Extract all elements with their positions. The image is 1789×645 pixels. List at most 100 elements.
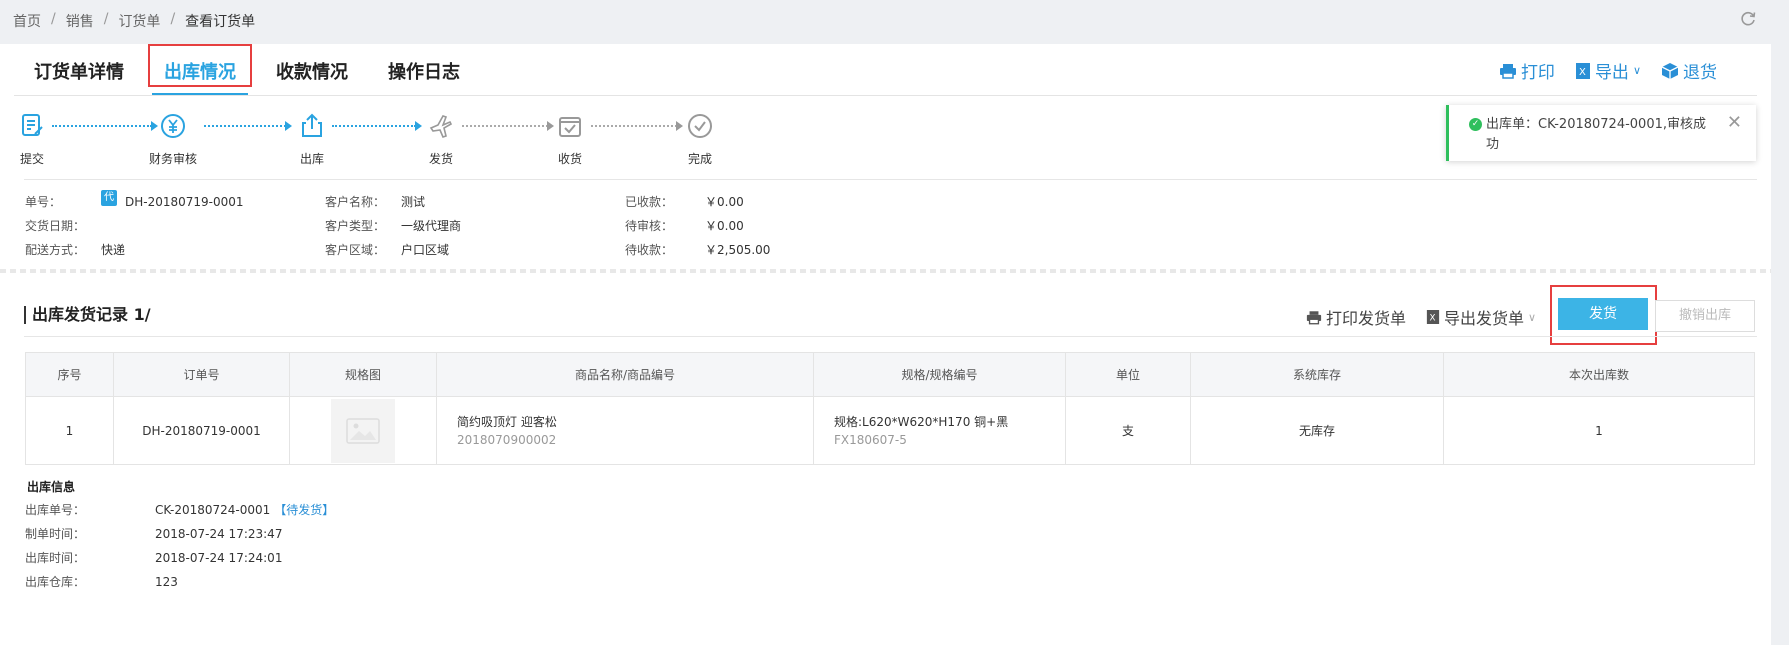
tab-outbound-status[interactable]: 出库情况 xyxy=(144,44,256,95)
package-check-icon xyxy=(559,117,581,137)
tab-bar: 订货单详情 出库情况 收款情况 操作日志 xyxy=(14,44,480,95)
step-arrow xyxy=(52,121,158,131)
order-no-label: 单号： xyxy=(25,195,62,209)
row-unit: 支 xyxy=(1065,396,1191,465)
order-info-col1: 单号： 代 DH-20180719-0001 交货日期： 配送方式： 快递 xyxy=(25,190,244,262)
row-spec-image xyxy=(289,396,437,465)
spec-code: FX180607-5 xyxy=(834,432,907,447)
col-header: 序号 xyxy=(25,352,114,397)
breadcrumb-bar: 首页 / 销售 / 订货单 / 查看订货单 xyxy=(0,0,1789,40)
step-receive: 收货 xyxy=(540,112,600,167)
breadcrumb-orders[interactable]: 订货单 xyxy=(118,11,160,31)
breadcrumb-separator: / xyxy=(170,11,176,27)
shipping-method-label: 配送方式： xyxy=(25,243,86,257)
customer-name-label: 客户名称： xyxy=(325,195,386,209)
row-spec: 规格:L620*W620*H170 铜+黑 FX180607-5 xyxy=(813,396,1066,465)
print-delivery-button[interactable]: 打印发货单 xyxy=(1306,305,1406,329)
upload-box-icon xyxy=(302,113,322,137)
customer-name-value: 测试 xyxy=(401,195,426,209)
step-complete: 完成 xyxy=(670,112,730,167)
section-divider xyxy=(0,269,1771,273)
page-content: 订货单详情 出库情况 收款情况 操作日志 打印 X 导出 ∨ 退货 提交 财务审… xyxy=(0,44,1771,645)
table-row: 1 DH-20180719-0001 简约吸顶灯 迎客松 20180709000… xyxy=(25,396,1755,465)
warehouse-value: 123 xyxy=(155,575,178,589)
export-delivery-button[interactable]: X 导出发货单 ∨ xyxy=(1426,305,1536,329)
export-delivery-label: 导出发货单 xyxy=(1444,309,1525,328)
order-info-col2: 客户名称： 测试 客户类型： 一级代理商 客户区域： 户口区域 xyxy=(325,190,461,262)
received-value: ￥0.00 xyxy=(705,195,744,209)
export-icon: X xyxy=(1426,310,1440,324)
refresh-icon[interactable] xyxy=(1736,7,1760,31)
created-time-value: 2018-07-24 17:23:47 xyxy=(155,527,283,541)
package-icon xyxy=(1661,62,1679,79)
step-ship: 发货 xyxy=(411,112,471,167)
yen-circle-icon xyxy=(161,114,185,138)
row-product: 简约吸顶灯 迎客松 2018070900002 xyxy=(436,396,814,465)
success-toast: ✓ 出库单：CK-20180724-0001,审核成 功 ✕ xyxy=(1446,105,1756,161)
spec-name: 规格:L620*W620*H170 铜+黑 xyxy=(834,414,1009,429)
printer-icon xyxy=(1499,63,1516,79)
col-header: 订单号 xyxy=(113,352,290,397)
outbound-time-value: 2018-07-24 17:24:01 xyxy=(155,551,283,565)
return-button[interactable]: 退货 xyxy=(1661,58,1717,83)
step-arrow xyxy=(591,121,683,131)
breadcrumb-separator: / xyxy=(103,11,109,27)
print-button[interactable]: 打印 xyxy=(1499,58,1555,83)
section-actions: 打印发货单 X 导出发货单 ∨ xyxy=(1306,305,1536,329)
header-actions: 打印 X 导出 ∨ 退货 xyxy=(1499,58,1717,83)
agent-tag: 代 xyxy=(101,190,117,206)
breadcrumb-sales[interactable]: 销售 xyxy=(66,11,94,31)
customer-type-value: 一级代理商 xyxy=(401,219,462,233)
col-header: 单位 xyxy=(1065,352,1191,397)
tab-highlight-box xyxy=(148,44,252,87)
export-label: 导出 xyxy=(1594,63,1629,83)
export-icon: X xyxy=(1575,62,1590,79)
ship-button[interactable]: 发货 xyxy=(1558,298,1648,330)
breadcrumb: 首页 / 销售 / 订货单 / 查看订货单 xyxy=(13,11,255,31)
section-underline xyxy=(24,336,1757,337)
order-no-value: DH-20180719-0001 xyxy=(125,195,244,209)
row-stock: 无库存 xyxy=(1190,396,1444,465)
tab-order-detail[interactable]: 订货单详情 xyxy=(14,44,144,95)
row-qty: 1 xyxy=(1443,396,1755,465)
pending-review-value: ￥0.00 xyxy=(705,219,744,233)
order-info-col3: 已收款： ￥0.00 待审核： ￥0.00 待收款： ￥2,505.00 xyxy=(625,190,770,262)
print-delivery-label: 打印发货单 xyxy=(1326,309,1407,328)
created-time-label: 制单时间： xyxy=(25,527,86,541)
tab-payment-status[interactable]: 收款情况 xyxy=(256,44,368,95)
row-order-no: DH-20180719-0001 xyxy=(113,396,290,465)
outbound-no-value: CK-20180724-0001 xyxy=(155,503,271,517)
divider xyxy=(24,179,1757,180)
breadcrumb-current: 查看订货单 xyxy=(185,14,256,30)
col-header: 本次出库数 xyxy=(1443,352,1755,397)
airplane-icon xyxy=(429,115,453,138)
check-circle-icon xyxy=(688,114,712,138)
cancel-outbound-button[interactable]: 撤销出库 xyxy=(1655,300,1755,332)
warehouse-label: 出库仓库： xyxy=(25,575,86,589)
customer-type-label: 客户类型： xyxy=(325,219,386,233)
tab-divider xyxy=(14,95,1757,96)
receivable-value: ￥2,505.00 xyxy=(705,243,771,257)
step-arrow xyxy=(462,121,554,131)
col-header: 规格/规格编号 xyxy=(813,352,1066,397)
document-edit-icon xyxy=(22,114,43,136)
section-title: 出库发货记录 1/ xyxy=(24,306,151,324)
svg-text:X: X xyxy=(1579,67,1586,78)
step-finance-review: 财务审核 xyxy=(143,112,203,167)
shipping-method-value: 快递 xyxy=(101,243,126,257)
tab-operation-log[interactable]: 操作日志 xyxy=(368,44,480,95)
export-button[interactable]: X 导出 ∨ xyxy=(1575,58,1641,83)
received-label: 已收款： xyxy=(625,195,674,209)
receivable-label: 待收款： xyxy=(625,243,674,257)
chevron-down-icon: ∨ xyxy=(1632,64,1641,77)
step-outbound: 出库 xyxy=(282,112,342,167)
step-submit: 提交 xyxy=(2,112,62,167)
product-name: 简约吸顶灯 迎客松 xyxy=(457,414,557,429)
breadcrumb-home[interactable]: 首页 xyxy=(13,11,41,31)
col-header: 系统库存 xyxy=(1190,352,1444,397)
close-icon[interactable]: ✕ xyxy=(1727,113,1742,133)
progress-steps: 提交 财务审核 出库 发货 收货 完成 xyxy=(20,112,824,172)
image-placeholder-icon xyxy=(331,398,395,463)
row-number: 1 xyxy=(25,396,114,465)
step-arrow xyxy=(332,121,422,131)
